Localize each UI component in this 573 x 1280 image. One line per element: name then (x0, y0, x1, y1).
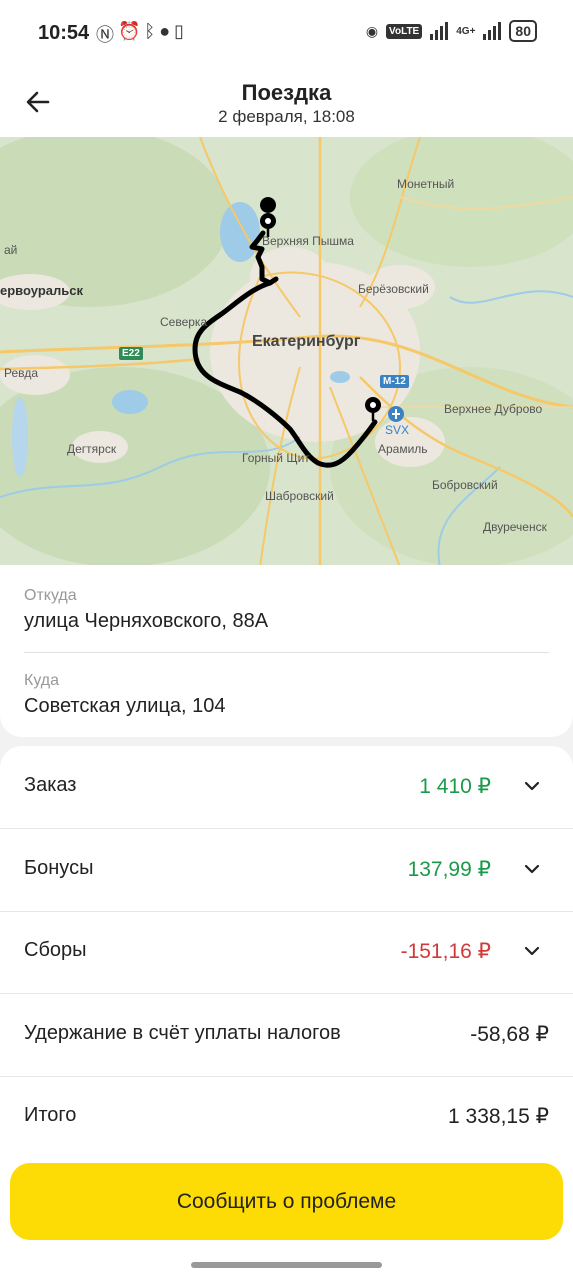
bonuses-amount: 137,99 ₽ (407, 858, 491, 881)
fees-amount: -151,16 ₽ (400, 940, 491, 963)
bonuses-label: Бонусы (24, 857, 94, 879)
map-label-svx: SVX (385, 423, 410, 437)
payment-card: Заказ 1 410 ₽ Бонусы 137,99 ₽ Сборы -151… (0, 746, 573, 1154)
order-row[interactable]: Заказ 1 410 ₽ (0, 746, 573, 828)
fees-label: Сборы (24, 939, 87, 961)
fees-row[interactable]: Сборы -151,16 ₽ (0, 911, 573, 993)
alarm-icon: ⏰ (118, 21, 141, 41)
address-card: Откуда улица Черняховского, 88А Куда Сов… (0, 565, 573, 737)
map-label-verkhnyaya-pyshma: Верхняя Пышма (262, 234, 354, 248)
map-label-monetny: Монетный (397, 177, 455, 191)
trip-date: 2 февраля, 18:08 (218, 107, 355, 126)
nfc-icon: Ⓝ (96, 25, 114, 45)
map-label-ekaterinburg: Екатеринбург (252, 333, 361, 350)
total-amount: 1 338,15 ₽ (448, 1105, 549, 1128)
map-label-revda: Ревда (4, 366, 39, 380)
status-right-icons: ◉ VoLTE 4G+ 80 (366, 20, 537, 42)
hotspot-icon: ◉ (365, 22, 379, 39)
total-row: Итого 1 338,15 ₽ (0, 1076, 573, 1158)
header: Поездка 2 февраля, 18:08 (0, 66, 573, 138)
map-label-shabrovsky: Шабровский (265, 489, 334, 503)
tax-label: Удержание в счёт уплаты налогов (24, 1022, 341, 1044)
map-label-bobrovsky: Бобровский (432, 478, 498, 492)
map-label-severka: Северка (160, 315, 208, 329)
signal-icon-2 (483, 22, 502, 40)
total-label: Итого (24, 1104, 77, 1126)
status-left-icons: Ⓝ ⏰ ᛒ ● ▯ (96, 21, 184, 47)
map-label-degtyarsk: Дегтярск (67, 442, 117, 456)
status-bar: 10:54 Ⓝ ⏰ ᛒ ● ▯ ◉ VoLTE 4G+ 80 (0, 0, 573, 66)
map-label-berezovsky: Берёзовский (358, 282, 429, 296)
home-indicator[interactable] (191, 1262, 382, 1268)
chevron-down-icon[interactable] (523, 942, 541, 960)
report-problem-button[interactable]: Сообщить о проблеме (10, 1163, 563, 1240)
status-time: 10:54 (38, 22, 90, 44)
map-label-dvurechensk: Двуреченск (483, 520, 547, 534)
map-label-verkhnee-dubrovo: Верхнее Дуброво (444, 402, 543, 416)
order-amount: 1 410 ₽ (419, 775, 491, 798)
vibrate-icon: ▯ (174, 21, 185, 41)
to-address: Советская улица, 104 (24, 695, 226, 717)
map-label-pervouralsk: ервоуральск (0, 283, 83, 298)
network-type: 4G+ (456, 25, 476, 37)
map-label-aramil: Арамиль (378, 442, 428, 456)
address-divider (24, 652, 549, 653)
route-map[interactable]: Монетный Верхняя Пышма ервоуральск Берёз… (0, 137, 573, 567)
road-shield-e22: E22 (119, 347, 143, 360)
tax-amount: -58,68 ₽ (470, 1023, 549, 1046)
chevron-down-icon[interactable] (523, 777, 541, 795)
chevron-down-icon[interactable] (523, 860, 541, 878)
map-label-gorny-shchit: Горный Щит (242, 451, 310, 465)
tax-row: Удержание в счёт уплаты налогов -58,68 ₽ (0, 994, 573, 1076)
airport-icon (388, 406, 404, 422)
volte-badge: VoLTE (386, 23, 423, 39)
bonuses-row[interactable]: Бонусы 137,99 ₽ (0, 829, 573, 911)
from-label: Откуда (24, 587, 77, 604)
page-title: Поездка (241, 80, 332, 105)
road-shield-m12: М-12 (380, 375, 409, 388)
bluetooth-battery-icon: ᛒ (144, 21, 156, 41)
battery-icon: 80 (509, 20, 537, 42)
signal-icon (430, 22, 449, 40)
from-address: улица Черняховского, 88А (24, 610, 269, 632)
location-icon: ● (159, 21, 171, 41)
to-label: Куда (24, 672, 60, 689)
map-label-small: ай (4, 243, 18, 257)
order-label: Заказ (24, 774, 77, 796)
